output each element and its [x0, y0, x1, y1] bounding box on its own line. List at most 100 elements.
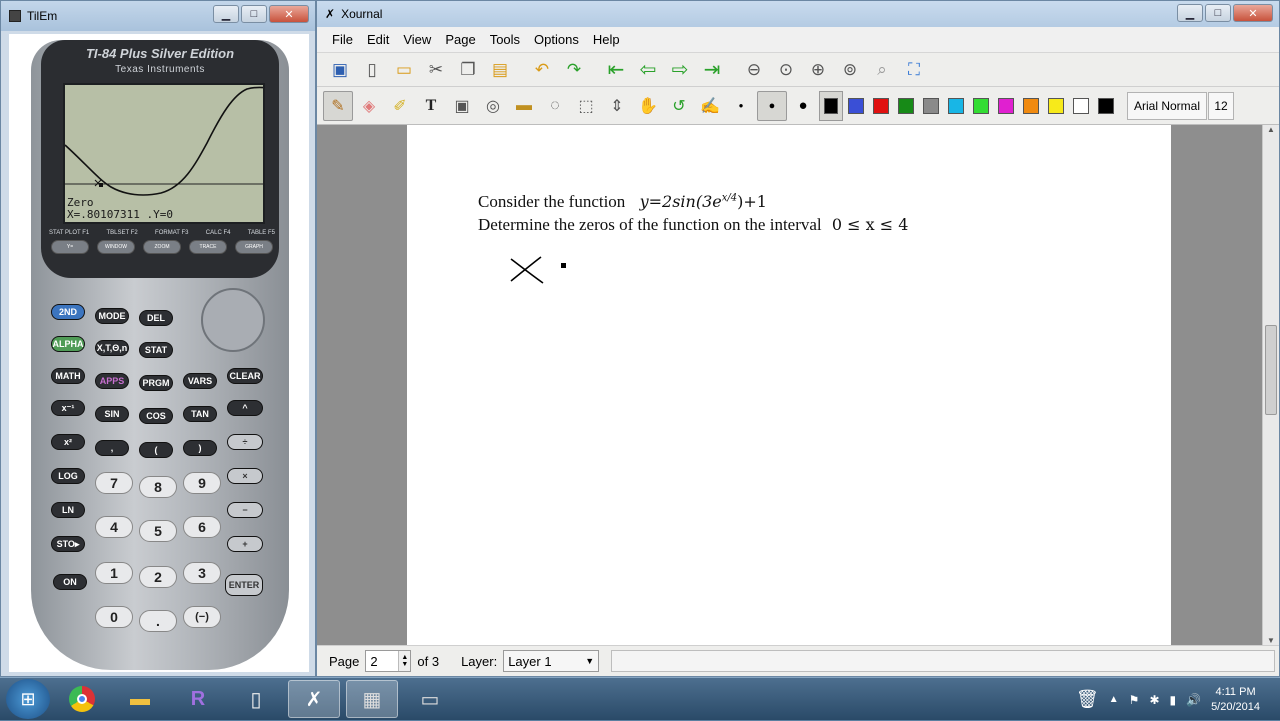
cut-icon[interactable]: ✂	[421, 56, 451, 84]
minimize-button[interactable]: ▁	[213, 5, 239, 23]
color-swatch-blue[interactable]	[844, 91, 868, 121]
color-swatch-custom[interactable]	[1094, 91, 1118, 121]
xo-maximize-button[interactable]: □	[1205, 4, 1231, 22]
xournal-titlebar[interactable]: ✗ Xournal ▁ □ ✕	[317, 1, 1279, 27]
zoom-page-width-icon[interactable]: ⊚	[835, 56, 865, 84]
zoom-set-icon[interactable]: ⌕	[867, 56, 897, 84]
page-number-input[interactable]: 2	[370, 654, 377, 669]
open-folder-icon[interactable]: ▭	[389, 56, 419, 84]
key-sin[interactable]: SIN	[95, 406, 129, 422]
key-cos[interactable]: COS	[139, 408, 173, 424]
key-vars[interactable]: VARS	[183, 373, 217, 389]
color-swatch-yellow[interactable]	[1044, 91, 1068, 121]
key-trace[interactable]: TRACE	[189, 240, 227, 254]
default-tool-icon[interactable]: ↺	[664, 91, 694, 121]
recycle-bin-icon[interactable]: 🗑	[1076, 689, 1099, 710]
lasso-select-icon[interactable]: ◌	[540, 91, 570, 121]
default-pen-icon[interactable]: ✍	[695, 91, 725, 121]
image-tool-icon[interactable]: ▣	[447, 91, 477, 121]
window-taskbar-icon[interactable]: ▭	[404, 680, 456, 718]
highlighter-icon[interactable]: ✐	[385, 91, 415, 121]
signal-icon[interactable]: ▮	[1170, 693, 1177, 707]
thickness-fine-icon[interactable]: ●	[726, 91, 756, 121]
key-math[interactable]: MATH	[51, 368, 85, 384]
key-right-paren[interactable]: )	[183, 440, 217, 456]
tilem-titlebar[interactable]: TilEm ▁ □ ✕	[1, 1, 315, 31]
copy-icon[interactable]: ❐	[453, 56, 483, 84]
font-size-button[interactable]: 12	[1208, 91, 1235, 120]
redo-icon[interactable]: ↷	[559, 56, 589, 84]
color-swatch-light-blue[interactable]	[944, 91, 968, 121]
color-swatch-red[interactable]	[869, 91, 893, 121]
key-on[interactable]: ON	[53, 574, 87, 590]
xournal-taskbar-icon[interactable]: ✗	[288, 680, 340, 718]
tilem-taskbar-icon[interactable]: ▦	[346, 680, 398, 718]
key-stat[interactable]: STAT	[139, 342, 173, 358]
key-xton[interactable]: X,T,Θ,n	[95, 340, 129, 356]
key-decimal[interactable]: .	[139, 610, 177, 632]
ruler-icon[interactable]: ▬	[509, 91, 539, 121]
arrow-pad[interactable]	[201, 288, 265, 352]
eraser-icon[interactable]: ◈	[354, 91, 384, 121]
key-graph[interactable]: GRAPH	[235, 240, 273, 254]
thickness-thick-icon[interactable]: ●	[788, 91, 818, 121]
key-8[interactable]: 8	[139, 476, 177, 498]
zoom-out-icon[interactable]: ⊖	[739, 56, 769, 84]
key-log[interactable]: LOG	[51, 468, 85, 484]
new-page-icon[interactable]: ▯	[357, 56, 387, 84]
scroll-down-icon[interactable]: ▼	[1263, 636, 1279, 645]
close-button[interactable]: ✕	[269, 5, 309, 23]
color-swatch-orange[interactable]	[1019, 91, 1043, 121]
color-swatch-green[interactable]	[894, 91, 918, 121]
scroll-up-icon[interactable]: ▲	[1263, 125, 1279, 134]
last-page-icon[interactable]: ⇥	[697, 56, 727, 84]
first-page-icon[interactable]: ⇤	[601, 56, 631, 84]
document-canvas[interactable]: Consider the function y=2sin(3ex/4)+1 De…	[317, 125, 1263, 645]
menu-edit[interactable]: Edit	[360, 32, 396, 47]
paste-icon[interactable]: ▤	[485, 56, 515, 84]
rect-select-icon[interactable]: ⬚	[571, 91, 601, 121]
pen-icon[interactable]: ✎	[323, 90, 353, 121]
zoom-in-icon[interactable]: ⊕	[803, 56, 833, 84]
key-1[interactable]: 1	[95, 562, 133, 584]
start-button[interactable]: ⊞	[6, 679, 50, 719]
document-taskbar-icon[interactable]: ▯	[230, 680, 282, 718]
menu-tools[interactable]: Tools	[483, 32, 527, 47]
key-del[interactable]: DEL	[139, 310, 173, 326]
spinner-arrows-icon[interactable]: ▲ ▼	[398, 651, 411, 671]
explorer-taskbar-icon[interactable]: ▬	[114, 680, 166, 718]
key-multiply[interactable]: ×	[227, 468, 263, 484]
menu-file[interactable]: File	[325, 32, 360, 47]
menu-page[interactable]: Page	[438, 32, 482, 47]
key-6[interactable]: 6	[183, 516, 221, 538]
menu-options[interactable]: Options	[527, 32, 586, 47]
key-power[interactable]: ^	[227, 400, 263, 416]
key-inverse[interactable]: x⁻¹	[51, 400, 85, 416]
key-square[interactable]: x²	[51, 434, 85, 450]
key-zoom[interactable]: ZOOM	[143, 240, 181, 254]
action-center-icon[interactable]: ⚑	[1129, 693, 1140, 707]
document-page[interactable]: Consider the function y=2sin(3ex/4)+1 De…	[407, 125, 1171, 645]
key-5[interactable]: 5	[139, 520, 177, 542]
chrome-taskbar-icon[interactable]	[56, 680, 108, 718]
key-sto[interactable]: STO▸	[51, 536, 85, 552]
key-tan[interactable]: TAN	[183, 406, 217, 422]
key-plus[interactable]: +	[227, 536, 263, 552]
zoom-fit-icon[interactable]: ⊙	[771, 56, 801, 84]
color-swatch-magenta[interactable]	[994, 91, 1018, 121]
menu-view[interactable]: View	[396, 32, 438, 47]
scroll-thumb[interactable]	[1265, 325, 1277, 415]
key-7[interactable]: 7	[95, 472, 133, 494]
font-button[interactable]: Arial Normal	[1127, 91, 1208, 120]
fullscreen-icon[interactable]: ⛶	[899, 56, 929, 84]
network-share-icon[interactable]: ✱	[1149, 693, 1159, 707]
vertical-space-icon[interactable]: ⇕	[602, 91, 632, 121]
key-comma[interactable]: ,	[95, 440, 129, 456]
racket-taskbar-icon[interactable]: R	[172, 680, 224, 718]
key-0[interactable]: 0	[95, 606, 133, 628]
next-page-icon[interactable]: ⇨	[665, 56, 695, 84]
key-alpha[interactable]: ALPHA	[51, 336, 85, 352]
tray-expand-icon[interactable]: ▲	[1109, 694, 1119, 705]
color-swatch-white[interactable]	[1069, 91, 1093, 121]
menu-help[interactable]: Help	[586, 32, 627, 47]
